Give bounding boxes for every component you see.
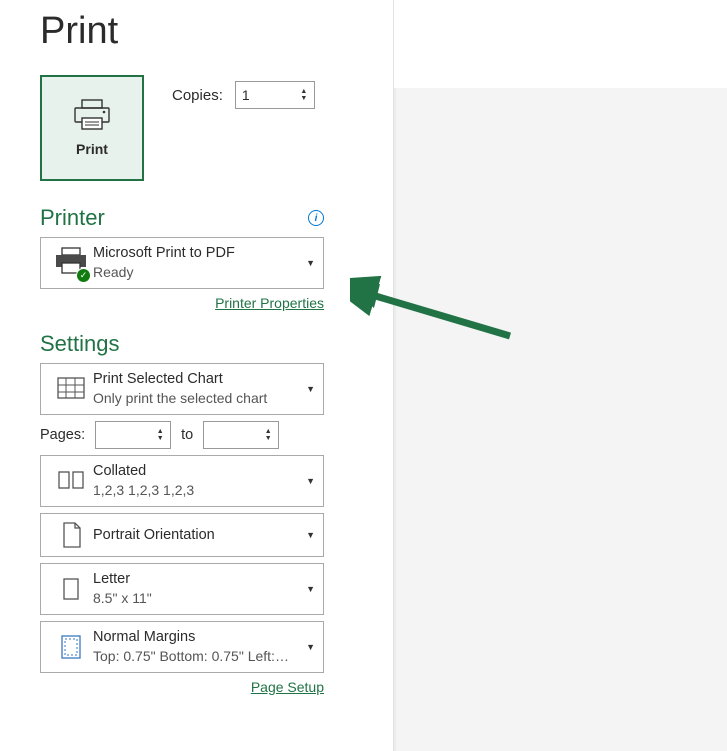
copies-up-icon[interactable]: ▲: [297, 88, 311, 95]
page-title: Print: [40, 10, 393, 53]
printer-status: Ready: [93, 263, 306, 283]
checkmark-icon: ✓: [76, 268, 91, 283]
chart-icon: [49, 374, 93, 404]
page-setup-link[interactable]: Page Setup: [251, 679, 324, 695]
paper-secondary: 8.5" x 11": [93, 589, 306, 609]
collation-primary: Collated: [93, 461, 306, 481]
pages-label: Pages:: [40, 427, 85, 443]
copies-input[interactable]: [236, 87, 291, 103]
printer-status-icon: ✓: [54, 247, 88, 280]
printer-properties-link[interactable]: Printer Properties: [215, 295, 324, 311]
pages-to-spinner[interactable]: ▲▼: [203, 421, 279, 449]
scope-primary: Print Selected Chart: [93, 369, 306, 389]
printer-icon: [72, 99, 112, 131]
copies-label: Copies:: [172, 87, 223, 104]
pages-to-input[interactable]: [204, 427, 259, 443]
chevron-down-icon: ▼: [306, 384, 315, 394]
chevron-down-icon: ▼: [306, 476, 315, 486]
chevron-down-icon: ▼: [306, 642, 315, 652]
settings-section-heading: Settings: [40, 331, 120, 357]
margins-icon: [49, 632, 93, 662]
orientation-primary: Portrait Orientation: [93, 525, 306, 545]
print-button[interactable]: Print: [40, 75, 144, 181]
collation-secondary: 1,2,3 1,2,3 1,2,3: [93, 481, 306, 501]
up-icon[interactable]: ▲: [153, 428, 167, 435]
down-icon[interactable]: ▼: [153, 435, 167, 442]
margins-primary: Normal Margins: [93, 627, 306, 647]
pages-to-label: to: [181, 427, 193, 443]
chevron-down-icon: ▼: [306, 258, 315, 268]
collation-select[interactable]: Collated 1,2,3 1,2,3 1,2,3 ▼: [40, 455, 324, 507]
paper-primary: Letter: [93, 569, 306, 589]
printer-select[interactable]: ✓ Microsoft Print to PDF Ready ▼: [40, 237, 324, 289]
paper-select[interactable]: Letter 8.5" x 11" ▼: [40, 563, 324, 615]
portrait-icon: [49, 520, 93, 550]
copies-down-icon[interactable]: ▼: [297, 95, 311, 102]
copies-spinner[interactable]: ▲ ▼: [235, 81, 315, 109]
scope-secondary: Only print the selected chart: [93, 389, 306, 409]
margins-select[interactable]: Normal Margins Top: 0.75" Bottom: 0.75" …: [40, 621, 324, 673]
orientation-select[interactable]: Portrait Orientation ▼: [40, 513, 324, 557]
margins-secondary: Top: 0.75" Bottom: 0.75" Left:…: [93, 647, 306, 667]
print-preview-area: [394, 88, 727, 751]
printer-name: Microsoft Print to PDF: [93, 243, 306, 263]
chevron-down-icon: ▼: [306, 530, 315, 540]
printer-section-heading: Printer: [40, 205, 105, 231]
print-button-label: Print: [76, 141, 108, 157]
up-icon[interactable]: ▲: [261, 428, 275, 435]
collated-icon: [49, 466, 93, 496]
pages-from-spinner[interactable]: ▲▼: [95, 421, 171, 449]
print-scope-select[interactable]: Print Selected Chart Only print the sele…: [40, 363, 324, 415]
chevron-down-icon: ▼: [306, 584, 315, 594]
pages-from-input[interactable]: [96, 427, 151, 443]
down-icon[interactable]: ▼: [261, 435, 275, 442]
page-icon: [49, 574, 93, 604]
info-icon[interactable]: i: [308, 210, 324, 226]
